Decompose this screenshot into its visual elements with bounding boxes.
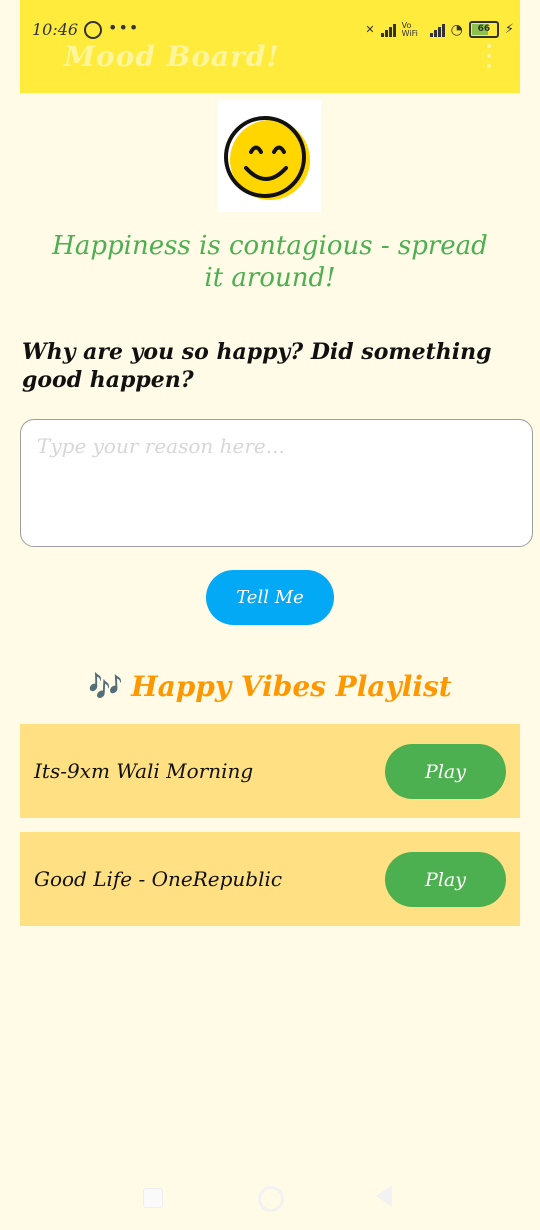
- battery-icon: 66: [468, 21, 499, 38]
- home-icon[interactable]: [258, 1186, 284, 1212]
- back-icon[interactable]: [376, 1185, 392, 1207]
- playlist-title: Happy Vibes Playlist: [131, 670, 452, 703]
- app-bar: Mood Board!: [20, 0, 520, 93]
- tagline: Happiness is contagious - spread it arou…: [52, 231, 488, 293]
- overflow-menu-icon[interactable]: [486, 44, 492, 68]
- signal-bars-icon-2: [429, 23, 445, 37]
- vibrate-off-icon: ✕: [365, 23, 375, 36]
- recent-apps-icon[interactable]: [143, 1188, 163, 1208]
- play-button[interactable]: Play: [385, 744, 506, 799]
- vowifi-label: Vo WiFi: [401, 20, 418, 38]
- play-button[interactable]: Play: [385, 852, 506, 907]
- whatsapp-notification-icon: [84, 21, 102, 39]
- track-name: Good Life - OneRepublic: [34, 867, 283, 891]
- signal-bars-icon: [380, 23, 396, 37]
- track-name: Its-9xm Wali Morning: [34, 759, 254, 783]
- charging-icon: ⚡: [504, 22, 514, 37]
- playlist-track: Good Life - OneRepublic Play: [20, 832, 520, 926]
- music-notes-icon: 🎶: [88, 670, 124, 703]
- reason-input[interactable]: [20, 419, 533, 547]
- tell-me-button[interactable]: Tell Me: [206, 570, 334, 625]
- playlist-heading: 🎶 Happy Vibes Playlist: [0, 670, 540, 703]
- question-label: Why are you so happy? Did something good…: [22, 339, 492, 393]
- battery-level: 66: [477, 24, 491, 34]
- wifi-icon: ◔: [450, 21, 463, 38]
- status-indicators: ✕ Vo WiFi ◔ 66 ⚡: [365, 21, 514, 38]
- status-bar: 10:46 ••• ✕ Vo WiFi ◔ 66 ⚡: [20, 18, 520, 46]
- smiley-face-icon: [224, 116, 310, 200]
- playlist-track: Its-9xm Wali Morning Play: [20, 724, 520, 818]
- more-notifications-icon: •••: [108, 18, 140, 37]
- status-time: 10:46: [32, 20, 79, 39]
- system-nav-bar: [0, 1170, 540, 1230]
- smiley-logo: [218, 100, 321, 212]
